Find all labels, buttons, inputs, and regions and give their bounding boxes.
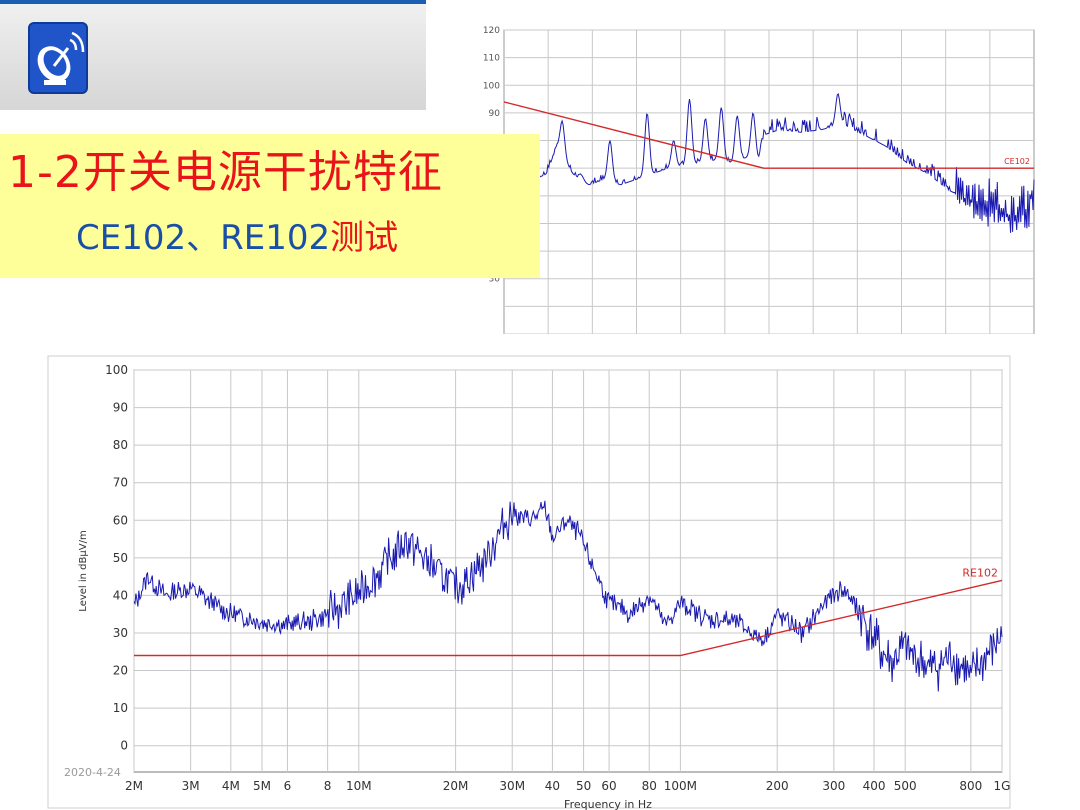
re102-xlabel: Frequency in Hz: [564, 798, 652, 810]
re102-xtick-label: 100M: [664, 779, 697, 793]
re102-ytick-label: 10: [113, 701, 128, 715]
re102-xtick-label: 2M: [125, 779, 143, 793]
ce102-plot: 304090100110120CE102: [483, 26, 1035, 334]
re102-xtick-label: 5M: [253, 779, 271, 793]
re102-ytick-label: 30: [113, 626, 128, 640]
ce102-ytick-label: 120: [483, 26, 500, 36]
re102-ytick-label: 80: [113, 438, 128, 452]
re102-ytick-label: 60: [113, 513, 128, 527]
re102-ytick-label: 100: [105, 363, 128, 377]
re102-xtick-label: 4M: [222, 779, 240, 793]
re102-ytick-label: 90: [113, 401, 128, 415]
ce102-ytick-label: 90: [489, 109, 501, 119]
date-stamp: 2020-4-24: [64, 766, 121, 779]
re102-chart: 2M 3M 4M 5M 6 8 10M 20M 30M 40 50 60 80 100M 200 300 400…: [46, 354, 1012, 810]
header-band: [0, 4, 426, 110]
ce102-ytick-label: 100: [483, 81, 500, 91]
re102-xtick-label: 500: [894, 779, 917, 793]
re102-xtick-label: 10M: [346, 779, 372, 793]
re102-xtick-label: 6: [284, 779, 292, 793]
re102-xtick-label: 200: [766, 779, 789, 793]
re102-plot-area: [133, 369, 1003, 773]
slide-subtitle: CE102、RE102测试: [76, 214, 536, 262]
re102-ytick-label: 20: [113, 664, 128, 678]
re102-xtick-label: 3M: [182, 779, 200, 793]
re102-xtick-label: 800: [959, 779, 982, 793]
re102-xtick-label: 400: [863, 779, 886, 793]
re102-ylabel: Level in dBµV/m: [78, 530, 89, 611]
re102-ytick-label: 0: [120, 739, 128, 753]
re102-xtick-label: 80: [642, 779, 657, 793]
re102-ytick-label: 40: [113, 588, 128, 602]
re102-limit-label: RE102: [962, 566, 998, 579]
ce102-ytick-label: 110: [483, 54, 500, 64]
re102-plot: 2M 3M 4M 5M 6 8 10M 20M 30M 40 50 60 80 100M 200 300 400…: [47, 355, 1011, 810]
subtitle-suffix: 测试: [330, 218, 399, 258]
re102-xtick-label: 300: [822, 779, 845, 793]
ce102-chart: 304090100110120CE102: [452, 18, 1052, 334]
re102-xtick-label: 60: [601, 779, 616, 793]
title-box: 1-2开关电源干扰特征 CE102、RE102测试: [0, 134, 540, 278]
slide-title: 1-2开关电源干扰特征: [8, 147, 443, 198]
re102-xtick-label: 30M: [499, 779, 525, 793]
re102-xtick-label: 20M: [443, 779, 469, 793]
re102-ytick-label: 70: [113, 476, 128, 490]
ce102-limit-label: CE102: [1004, 157, 1030, 166]
satellite-dish-icon: [28, 22, 88, 94]
subtitle-tests: CE102、RE102: [76, 218, 331, 258]
re102-xtick-label: 40: [545, 779, 560, 793]
re102-xtick-label: 1G: [994, 779, 1011, 793]
re102-xtick-label: 50: [576, 779, 591, 793]
re102-ytick-label: 50: [113, 551, 128, 565]
re102-xtick-label: 8: [324, 779, 332, 793]
